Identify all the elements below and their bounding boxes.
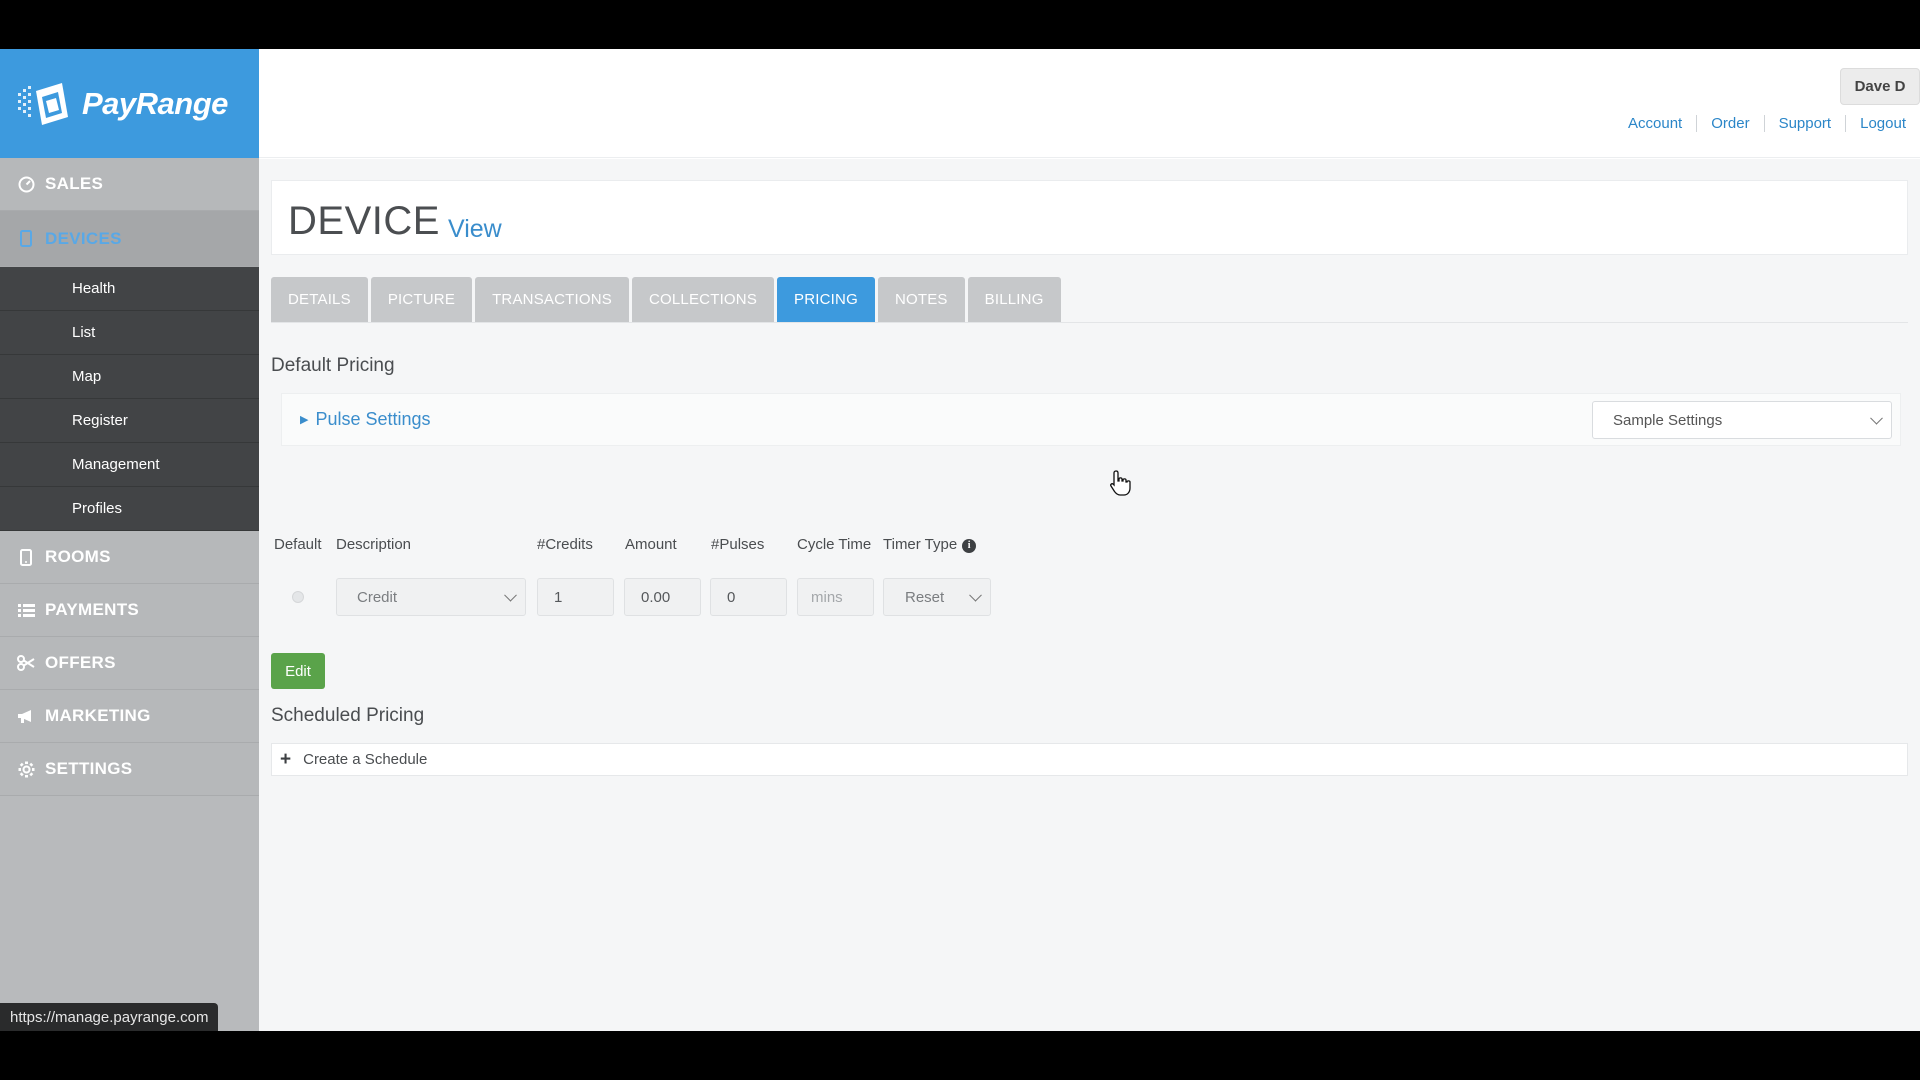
submenu-item-health[interactable]: Health [0, 267, 259, 311]
tab-notes[interactable]: NOTES [877, 277, 965, 322]
settings-select-value: Sample Settings [1613, 411, 1723, 429]
header-links: Account Order Support Logout [1614, 115, 1920, 132]
pulses-input[interactable]: 0 [710, 578, 787, 616]
scheduled-pricing-heading: Scheduled Pricing [271, 705, 425, 726]
logout-link[interactable]: Logout [1845, 115, 1920, 132]
submenu-item-register[interactable]: Register [0, 399, 259, 443]
description-select[interactable]: Credit [336, 578, 526, 616]
hand-cursor-icon [1110, 470, 1131, 496]
device-tabs: DETAILS PICTURE TRANSACTIONS COLLECTIONS… [271, 277, 1061, 322]
page-title: DEVICE [288, 199, 440, 243]
phone-icon [17, 548, 35, 566]
sidebar-item-offers[interactable]: OFFERS [0, 637, 259, 690]
tab-picture[interactable]: PICTURE [370, 277, 473, 322]
col-timer-type: Timer Type i [883, 536, 977, 553]
tab-collections[interactable]: COLLECTIONS [631, 277, 775, 322]
scissors-icon [17, 654, 35, 672]
tab-details[interactable]: DETAILS [271, 277, 368, 322]
col-description: Description [336, 536, 412, 553]
pulse-settings-panel: ▶ Pulse Settings Sample Settings [281, 393, 1901, 446]
caret-right-icon: ▶ [300, 414, 309, 426]
app-window: PayRange SALES DEVICES Health List Map R… [0, 49, 1920, 1031]
pulse-settings-label: Pulse Settings [315, 409, 431, 429]
dashboard-icon [17, 175, 35, 193]
create-schedule-button[interactable]: + Create a Schedule [271, 743, 1908, 776]
settings-select[interactable]: Sample Settings [1592, 401, 1892, 439]
description-value: Credit [357, 588, 398, 606]
credits-input[interactable]: 1 [537, 578, 614, 616]
sidebar-item-payments[interactable]: PAYMENTS [0, 584, 259, 637]
timer-type-select[interactable]: Reset [883, 578, 991, 616]
col-pulses: #Pulses [711, 536, 765, 553]
logo[interactable]: PayRange [0, 49, 259, 158]
tab-divider [271, 322, 1908, 323]
main-content: DEVICE View DETAILS PICTURE TRANSACTIONS… [259, 159, 1920, 1031]
timer-type-value: Reset [905, 588, 945, 606]
chevron-down-icon [1870, 411, 1883, 425]
tab-pricing[interactable]: PRICING [777, 277, 875, 322]
sidebar-item-label: PAYMENTS [45, 600, 140, 619]
col-default: Default [274, 536, 322, 553]
sidebar-item-devices[interactable]: DEVICES [0, 211, 259, 267]
support-link[interactable]: Support [1763, 115, 1846, 132]
cycle-time-input[interactable]: mins [797, 578, 874, 616]
sidebar-item-label: DEVICES [45, 228, 122, 248]
page-subtitle: View [448, 215, 502, 243]
user-menu-button[interactable]: Dave D [1840, 68, 1920, 105]
info-icon[interactable]: i [962, 538, 977, 553]
devices-submenu: Health List Map Register Management Prof… [0, 267, 259, 531]
create-schedule-label: Create a Schedule [303, 751, 428, 768]
sidebar-item-label: ROOMS [45, 547, 111, 566]
sidebar-item-settings[interactable]: SETTINGS [0, 743, 259, 796]
col-amount: Amount [625, 536, 677, 553]
default-radio[interactable] [292, 591, 304, 603]
list-icon [17, 601, 35, 619]
submenu-item-map[interactable]: Map [0, 355, 259, 399]
submenu-item-profiles[interactable]: Profiles [0, 487, 259, 531]
sidebar-item-label: OFFERS [45, 653, 116, 672]
col-timer-type-label: Timer Type [883, 536, 958, 553]
order-link[interactable]: Order [1696, 115, 1763, 132]
top-bar: Dave D Account Order Support Logout [259, 49, 1920, 158]
plus-icon: + [280, 748, 292, 770]
sidebar-item-label: SETTINGS [45, 759, 133, 778]
megaphone-icon [17, 707, 35, 725]
sidebar-item-label: SALES [45, 174, 104, 193]
submenu-item-list[interactable]: List [0, 311, 259, 355]
sidebar-item-rooms[interactable]: ROOMS [0, 531, 259, 584]
sidebar-item-label: MARKETING [45, 706, 151, 725]
status-bar-url: https://manage.payrange.com [0, 1003, 219, 1031]
gear-icon [17, 760, 35, 778]
account-link[interactable]: Account [1614, 115, 1696, 132]
device-icon [17, 230, 35, 248]
payrange-logo-icon [18, 77, 76, 131]
col-credits: #Credits [537, 536, 593, 553]
tab-transactions[interactable]: TRANSACTIONS [475, 277, 629, 322]
amount-input[interactable]: 0.00 [624, 578, 701, 616]
pulse-settings-toggle[interactable]: ▶ Pulse Settings [300, 409, 431, 430]
edit-button[interactable]: Edit [271, 653, 325, 689]
sidebar: PayRange SALES DEVICES Health List Map R… [0, 49, 259, 1031]
page-header: DEVICE View [271, 180, 1908, 255]
chevron-down-icon [504, 588, 517, 602]
chevron-down-icon [969, 588, 982, 602]
sidebar-item-sales[interactable]: SALES [0, 158, 259, 211]
col-cycle-time: Cycle Time [797, 536, 872, 553]
tab-billing[interactable]: BILLING [967, 277, 1061, 322]
brand-name: PayRange [82, 85, 228, 121]
submenu-item-management[interactable]: Management [0, 443, 259, 487]
sidebar-item-marketing[interactable]: MARKETING [0, 690, 259, 743]
default-pricing-heading: Default Pricing [271, 355, 395, 376]
